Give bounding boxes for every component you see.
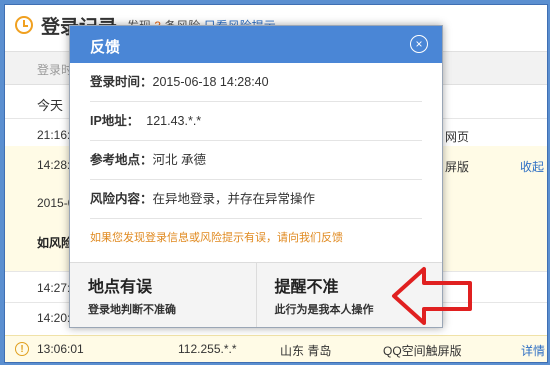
table-row-risk: ! 13:06:01 112.255.*.* 山东 青岛 QQ空间触屏版 详情 [5, 335, 547, 362]
clock-icon [15, 16, 33, 34]
risk-text: 如风险 [37, 236, 74, 250]
field-label: 登录时间： [90, 75, 153, 89]
feedback-dialog: 反馈 × 登录时间：2015-06-18 14:28:40 IP地址： 121.… [69, 25, 443, 328]
collapse-link[interactable]: 收起 [520, 158, 544, 175]
row-ip: 112.255.*.* [178, 342, 237, 356]
row-client: 屏版 [445, 160, 470, 174]
risk-content-field: 风险内容：在异地登录，并存在异常操作 [90, 180, 422, 219]
button-title: 提醒不准 [274, 279, 339, 296]
dialog-actions: 地点有误 登录地判断不准确 提醒不准 此行为是我本人操作 [70, 262, 442, 327]
button-title: 地点有误 [88, 279, 153, 296]
row-time: 13:06:01 [37, 342, 84, 356]
row-client: 网页 [445, 130, 470, 144]
location-field: 参考地点：河北 承德 [90, 141, 422, 180]
today-label: 今天 [37, 98, 64, 113]
annotation-arrow-icon [392, 267, 472, 325]
field-value: 2015-06-18 14:28:40 [152, 75, 269, 89]
login-time-field: 登录时间：2015-06-18 14:28:40 [90, 63, 422, 102]
column-header-login-time: 登录时 [37, 63, 74, 77]
feedback-note: 如果您发现登录信息或风险提示有误，请向我们反馈 [90, 232, 343, 244]
details-link[interactable]: 详情 [521, 342, 545, 359]
field-label: 参考地点： [90, 153, 153, 167]
dialog-title: 反馈 [90, 39, 121, 56]
field-value: 河北 承德 [152, 153, 206, 167]
dialog-body: 登录时间：2015-06-18 14:28:40 IP地址： 121.43.*.… [90, 63, 422, 245]
field-label: 风险内容： [90, 192, 153, 206]
row-client: QQ空间触屏版 [383, 344, 462, 358]
ip-field: IP地址： 121.43.*.* [90, 102, 422, 141]
close-icon[interactable]: × [410, 35, 428, 53]
field-label: IP地址： [90, 114, 140, 128]
button-description: 登录地判断不准确 [88, 304, 176, 316]
field-value: 121.43.*.* [146, 114, 202, 128]
dialog-header: 反馈 × [70, 26, 442, 63]
row-location: 山东 青岛 [280, 344, 332, 358]
warning-icon: ! [15, 342, 29, 356]
location-wrong-button[interactable]: 地点有误 登录地判断不准确 [70, 263, 256, 327]
field-value: 在异地登录，并存在异常操作 [152, 192, 316, 206]
button-description: 此行为是我本人操作 [274, 304, 374, 316]
